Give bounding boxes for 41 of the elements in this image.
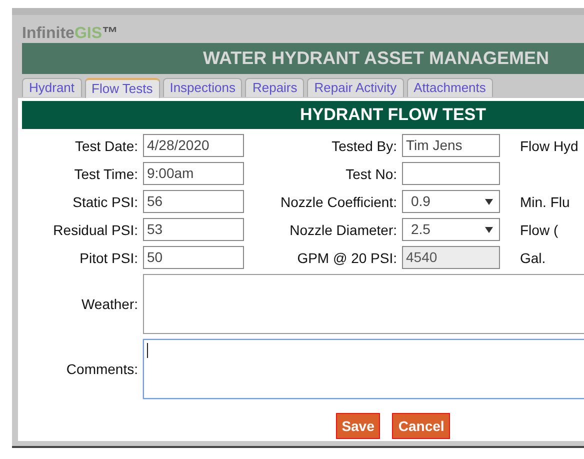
field-label: Comments: xyxy=(65,361,139,377)
logo: InfiniteGIS™ xyxy=(22,25,119,43)
text-area[interactable] xyxy=(143,339,584,399)
tab[interactable]: Attachments xyxy=(406,78,493,97)
input-field[interactable] xyxy=(402,162,500,185)
tab[interactable]: Hydrant xyxy=(22,78,82,97)
field-label: Min. Flu xyxy=(519,194,571,210)
field-label: Tested By: xyxy=(330,138,398,154)
field-label: Flow Hyd xyxy=(519,138,580,154)
field-label: GPM @ 20 PSI: xyxy=(296,250,398,266)
text-area[interactable] xyxy=(143,274,584,334)
input-field[interactable]: 50 xyxy=(143,246,244,269)
input-field[interactable]: 4/28/2020 xyxy=(143,134,244,157)
field-label: Residual PSI: xyxy=(52,222,139,238)
input-field[interactable]: 9:00am xyxy=(143,162,244,185)
field-label: Test No: xyxy=(344,166,398,182)
cancel-button[interactable]: Cancel xyxy=(392,413,450,439)
caret-icon xyxy=(485,226,493,232)
field-label: Test Date: xyxy=(74,138,139,154)
readonly-field: 4540 xyxy=(402,246,500,269)
field-label: Nozzle Coefficient: xyxy=(280,194,398,210)
tab[interactable]: Flow Tests xyxy=(84,78,160,98)
field-label: Weather: xyxy=(80,296,139,312)
field-label: Pitot PSI: xyxy=(78,250,139,266)
tab[interactable]: Inspections xyxy=(162,78,242,97)
save-button[interactable]: Save xyxy=(336,413,380,439)
dialog-title: HYDRANT FLOW TEST xyxy=(22,101,584,129)
field-label: Gal. xyxy=(519,250,547,266)
input-field[interactable]: 56 xyxy=(143,190,244,213)
caret-icon xyxy=(485,198,493,204)
input-field[interactable]: 53 xyxy=(143,218,244,241)
app-banner: WATER HYDRANT ASSET MANAGEMEN xyxy=(22,43,584,74)
dropdown[interactable]: 0.9 xyxy=(402,190,500,213)
tab[interactable]: Repair Activity xyxy=(307,78,404,97)
tab[interactable]: Repairs xyxy=(245,78,304,97)
input-field[interactable]: Tim Jens xyxy=(402,134,500,157)
field-label: Test Time: xyxy=(73,166,139,182)
field-label: Nozzle Diameter: xyxy=(288,222,398,238)
dropdown[interactable]: 2.5 xyxy=(402,218,500,241)
field-label: Flow ( xyxy=(519,222,560,238)
field-label: Static PSI: xyxy=(72,194,139,210)
